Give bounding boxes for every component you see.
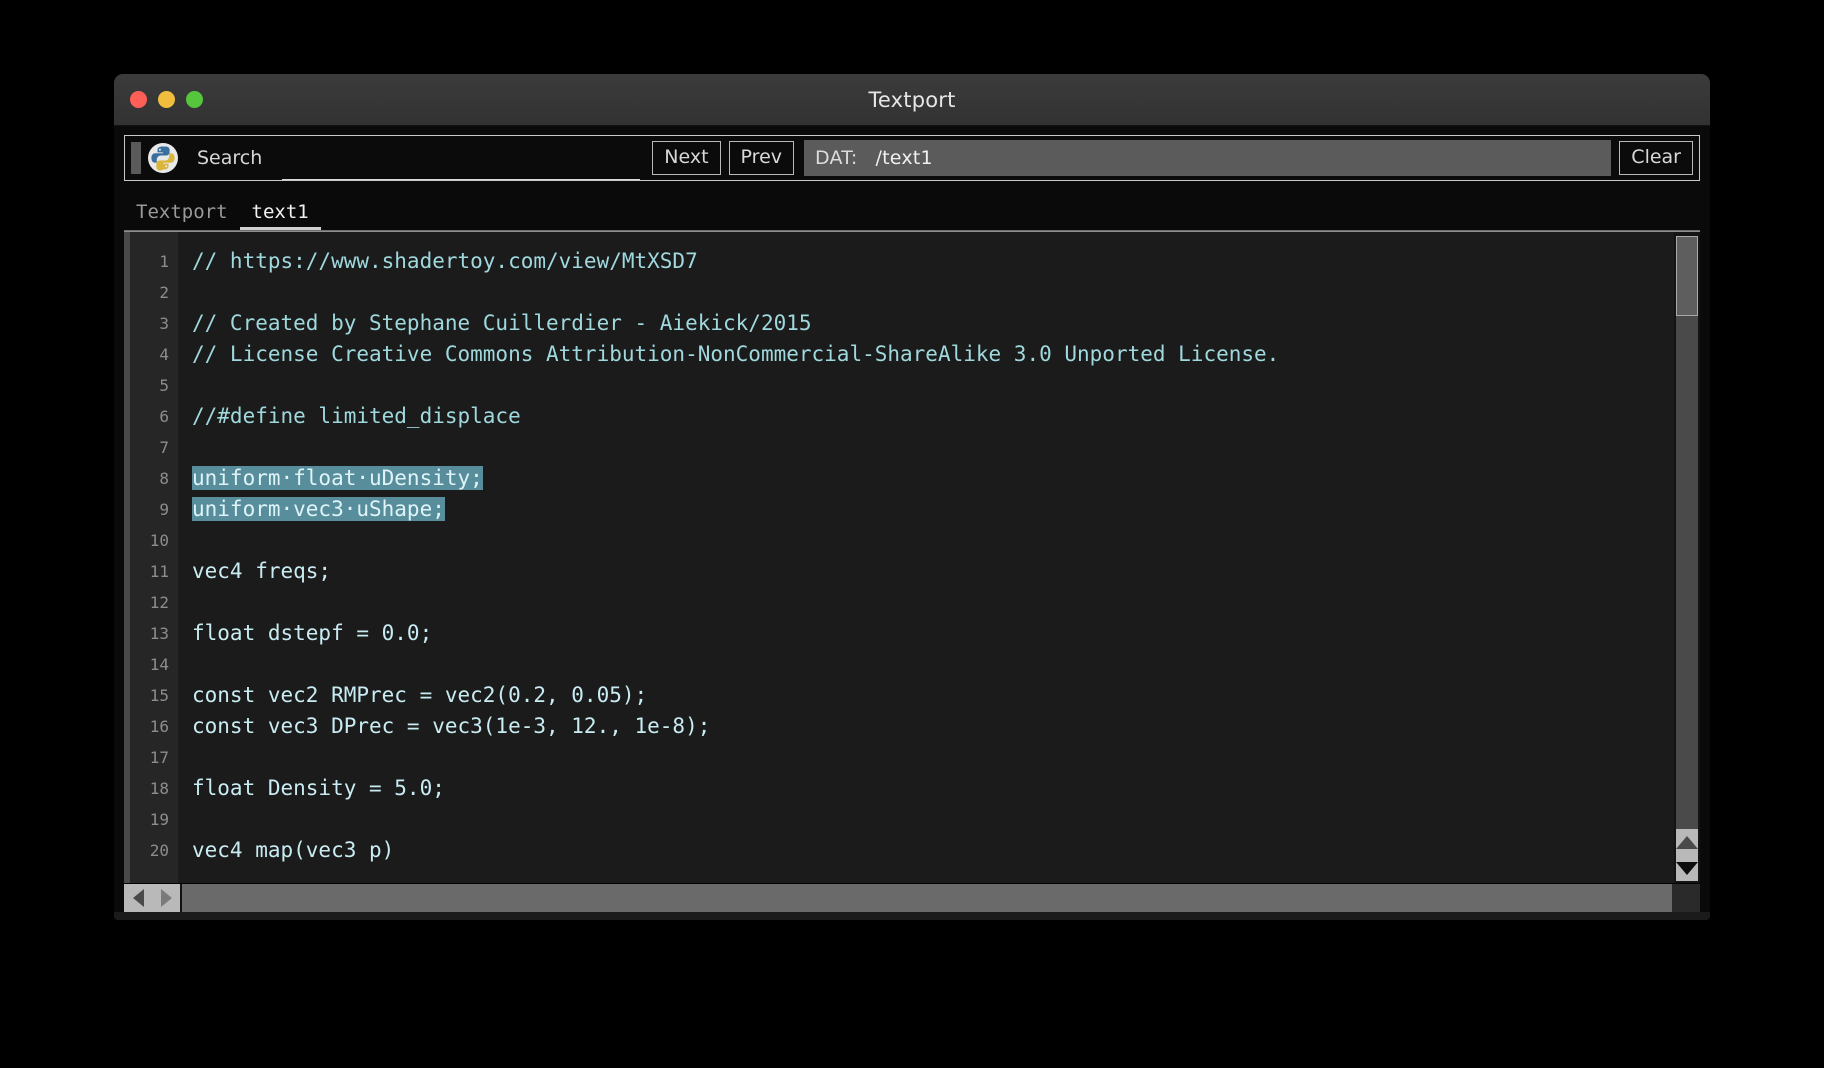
line-number: 9 (159, 500, 169, 519)
search-prev-button[interactable]: Prev (728, 141, 794, 175)
horizontal-scrollbar[interactable] (124, 883, 1700, 912)
dat-path-label: DAT: (815, 147, 858, 169)
code-line[interactable] (192, 587, 1700, 618)
code-text: vec4 freqs; (192, 559, 332, 583)
line-number: 3 (159, 314, 169, 333)
dat-path-value: /text1 (875, 147, 933, 169)
code-line[interactable]: // License Creative Commons Attribution-… (192, 339, 1700, 370)
code-line[interactable]: vec4 freqs; (192, 556, 1700, 587)
line-number: 13 (149, 624, 169, 643)
line-number: 1 (159, 252, 169, 271)
vertical-scrollbar[interactable] (1674, 232, 1700, 883)
code-text: // License Creative Commons Attribution-… (192, 342, 1280, 366)
line-number: 6 (159, 407, 169, 426)
code-line[interactable]: uniform·vec3·uShape; (192, 494, 1700, 525)
line-number: 10 (149, 531, 169, 550)
search-toolbar: Search Next Prev DAT: /text1 Clear (124, 135, 1700, 181)
triangle-up-icon[interactable] (1676, 835, 1698, 849)
code-text: // Created by Stephane Cuillerdier - Aie… (192, 311, 812, 335)
line-number: 7 (159, 438, 169, 457)
code-text: const vec3 DPrec = vec3(1e-3, 12., 1e-8)… (192, 714, 711, 738)
code-line[interactable] (192, 742, 1700, 773)
window-titlebar[interactable]: Textport (114, 74, 1710, 126)
editor-row: 1 2 3 4 5 6 7 8 9 10 11 12 13 14 15 16 17 18 19 20 // https… (124, 232, 1700, 883)
search-input[interactable] (282, 154, 641, 180)
tab-textport[interactable]: Textport (124, 201, 240, 231)
code-text: vec4 map(vec3 p) (192, 838, 395, 862)
code-line[interactable] (192, 277, 1700, 308)
line-number: 11 (149, 562, 169, 581)
code-line[interactable]: float dstepf = 0.0; (192, 618, 1700, 649)
code-line[interactable] (192, 370, 1700, 401)
code-line[interactable]: //#define limited_displace (192, 401, 1700, 432)
line-number-gutter: 1 2 3 4 5 6 7 8 9 10 11 12 13 14 15 16 17 18 19 20 (130, 232, 178, 883)
line-number: 8 (159, 469, 169, 488)
line-number: 2 (159, 283, 169, 302)
code-text: float Density = 5.0; (192, 776, 445, 800)
vertical-scroll-buttons[interactable] (1676, 829, 1698, 881)
toolbar-drag-handle[interactable] (131, 142, 141, 174)
search-next-button[interactable]: Next (652, 141, 721, 175)
selected-text: uniform·vec3·uShape; (192, 497, 445, 521)
code-text: //#define limited_displace (192, 404, 521, 428)
python-logo-icon (147, 142, 179, 174)
horizontal-scroll-track[interactable] (182, 884, 1672, 912)
line-number: 5 (159, 376, 169, 395)
line-number: 16 (149, 717, 169, 736)
window-bottom-edge (114, 912, 1710, 920)
traffic-light-group (130, 74, 203, 125)
window-body: Search Next Prev DAT: /text1 Clear Textp… (114, 126, 1710, 920)
horizontal-scroll-thumb[interactable] (182, 884, 1672, 912)
line-number: 18 (149, 779, 169, 798)
clear-button[interactable]: Clear (1619, 141, 1693, 175)
horizontal-scroll-buttons[interactable] (124, 884, 180, 912)
code-text: const vec2 RMPrec = vec2(0.2, 0.05); (192, 683, 648, 707)
code-content[interactable]: // https://www.shadertoy.com/view/MtXSD7… (178, 232, 1700, 883)
vertical-scroll-thumb[interactable] (1676, 236, 1698, 316)
tab-bar: Textport text1 (124, 189, 1700, 231)
code-text: float dstepf = 0.0; (192, 621, 433, 645)
editor-panel: 1 2 3 4 5 6 7 8 9 10 11 12 13 14 15 16 17 18 19 20 // https… (124, 231, 1700, 912)
dat-path-field[interactable]: DAT: /text1 (804, 140, 1612, 176)
textport-window: Textport Search Next Prev DAT: /text1 Cl… (114, 74, 1710, 920)
minimize-button[interactable] (158, 91, 175, 108)
line-number: 20 (149, 841, 169, 860)
search-label: Search (197, 147, 263, 169)
line-number: 14 (149, 655, 169, 674)
triangle-left-icon[interactable] (132, 889, 144, 907)
code-text: // https://www.shadertoy.com/view/MtXSD7 (192, 249, 698, 273)
maximize-button[interactable] (186, 91, 203, 108)
code-line[interactable]: const vec2 RMPrec = vec2(0.2, 0.05); (192, 680, 1700, 711)
vertical-scroll-track[interactable] (1676, 236, 1698, 829)
code-line[interactable]: // https://www.shadertoy.com/view/MtXSD7 (192, 246, 1700, 277)
window-title: Textport (868, 87, 956, 112)
line-number: 15 (149, 686, 169, 705)
code-line[interactable] (192, 525, 1700, 556)
triangle-down-icon[interactable] (1676, 861, 1698, 875)
code-line[interactable] (192, 804, 1700, 835)
tab-text1[interactable]: text1 (239, 201, 321, 231)
code-area[interactable]: 1 2 3 4 5 6 7 8 9 10 11 12 13 14 15 16 17 18 19 20 // https… (130, 232, 1700, 883)
scrollbar-corner (1672, 884, 1700, 912)
code-line[interactable]: // Created by Stephane Cuillerdier - Aie… (192, 308, 1700, 339)
triangle-right-icon[interactable] (160, 889, 172, 907)
close-button[interactable] (130, 91, 147, 108)
line-number: 17 (149, 748, 169, 767)
selected-text: uniform·float·uDensity; (192, 466, 483, 490)
line-number: 19 (149, 810, 169, 829)
code-line[interactable] (192, 649, 1700, 680)
code-line[interactable]: vec4 map(vec3 p) (192, 835, 1700, 866)
line-number: 12 (149, 593, 169, 612)
code-line[interactable] (192, 432, 1700, 463)
code-line[interactable]: const vec3 DPrec = vec3(1e-3, 12., 1e-8)… (192, 711, 1700, 742)
line-number: 4 (159, 345, 169, 364)
code-line[interactable]: uniform·float·uDensity; (192, 463, 1700, 494)
code-line[interactable]: float Density = 5.0; (192, 773, 1700, 804)
